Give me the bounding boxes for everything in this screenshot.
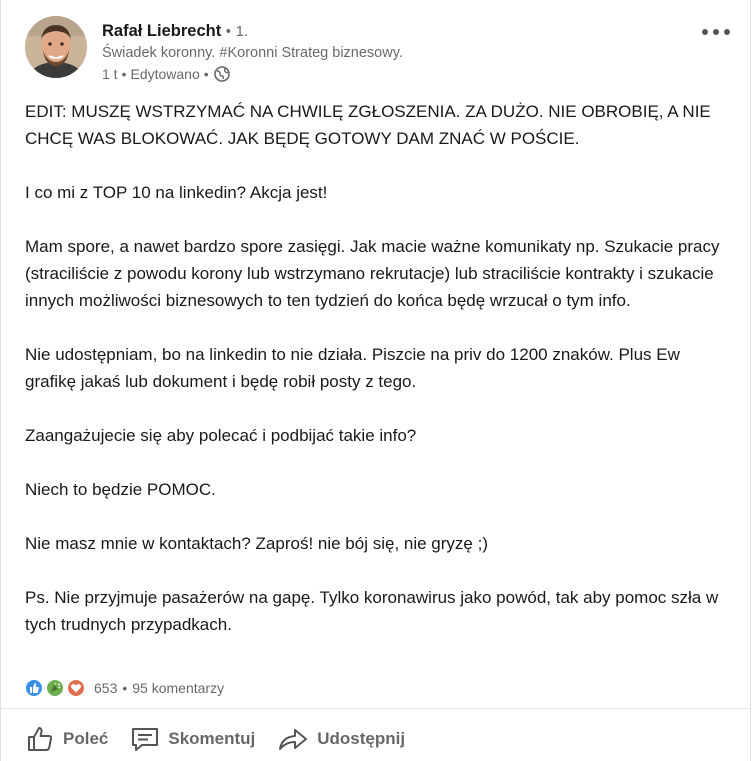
divider [1, 708, 750, 709]
share-button[interactable]: Udostępnij [273, 717, 415, 761]
post-paragraph: I co mi z TOP 10 na linkedin? Akcja jest… [25, 183, 328, 202]
time-separator: • [121, 66, 127, 82]
reaction-count[interactable]: 653 [94, 680, 117, 696]
comments-count[interactable]: 95 komentarzy [132, 680, 224, 696]
post-paragraph: Mam spore, a nawet bardzo spore zasięgi.… [25, 237, 720, 310]
celebrate-icon [46, 679, 64, 697]
time-separator-2: • [203, 66, 209, 82]
connection-degree: 1. [235, 23, 249, 40]
author-name[interactable]: Rafał Liebrecht [102, 22, 221, 40]
post-meta: Rafał Liebrecht • 1. Świadek koronny. #K… [102, 20, 403, 85]
post-timestamp: 1 t • Edytowano • [102, 63, 403, 85]
like-button[interactable]: Poleć [21, 717, 118, 761]
name-separator: • [225, 23, 232, 40]
social-counts: 653 • 95 komentarzy [25, 676, 224, 700]
thumbs-up-icon [28, 727, 53, 751]
post-paragraph: Nie masz mnie w kontaktach? Zaproś! nie … [25, 534, 488, 553]
share-icon [279, 729, 308, 750]
like-label: Poleć [63, 729, 109, 748]
avatar[interactable] [25, 16, 87, 78]
share-label: Udostępnij [317, 729, 406, 748]
post-paragraph: EDIT: MUSZĘ WSTRZYMAĆ NA CHWILĘ ZGŁOSZEN… [25, 102, 711, 148]
comment-label: Skomentuj [168, 729, 256, 748]
author-headline: Świadek koronny. #Koronni Strateg biznes… [102, 45, 403, 61]
author-line: Rafał Liebrecht • 1. [102, 20, 403, 43]
globe-icon [213, 65, 231, 83]
more-options-button[interactable] [700, 22, 732, 42]
comment-button[interactable]: Skomentuj [126, 717, 265, 761]
post-content: EDIT: MUSZĘ WSTRZYMAĆ NA CHWILĘ ZGŁOSZEN… [25, 98, 731, 638]
love-icon [67, 679, 85, 697]
post-header: Rafał Liebrecht • 1. Świadek koronny. #K… [25, 16, 732, 86]
comment-icon [132, 728, 159, 751]
ellipsis-icon [701, 23, 731, 41]
post-paragraph: Nie udostępniam, bo na linkedin to nie d… [25, 345, 680, 391]
post-time: 1 t [102, 66, 118, 82]
reaction-icons[interactable] [25, 679, 88, 697]
post-paragraph: Ps. Nie przyjmuje pasażerów na gapę. Tyl… [25, 588, 719, 634]
post-card: Rafał Liebrecht • 1. Świadek koronny. #K… [0, 0, 751, 761]
action-bar: Poleć Skomentuj Udostępnij [21, 716, 423, 761]
edited-label: Edytowano [130, 66, 200, 82]
post-paragraph: Zaangażujecie się aby polecać i podbijać… [25, 426, 417, 445]
like-icon [25, 679, 43, 697]
count-separator: • [122, 680, 128, 696]
post-paragraph: Niech to będzie POMOC. [25, 480, 216, 499]
